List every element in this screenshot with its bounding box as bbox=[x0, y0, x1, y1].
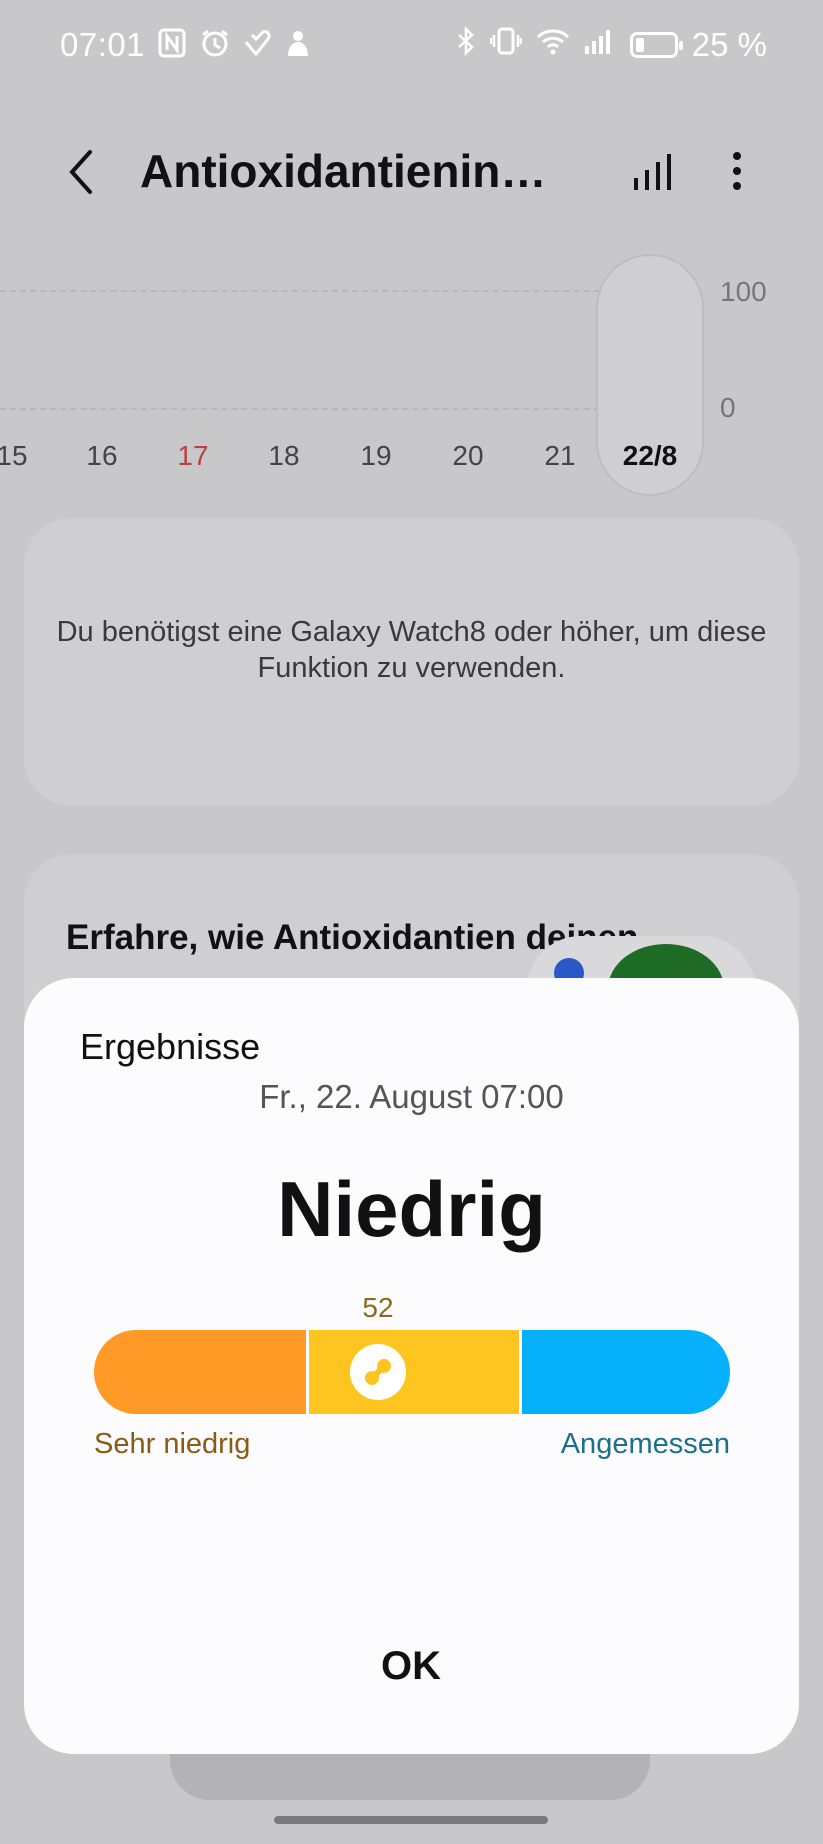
bluetooth-icon bbox=[456, 25, 476, 64]
dialog-title: Ergebnisse bbox=[80, 1026, 261, 1067]
watch-required-card: Du benötigst eine Galaxy Watch8 oder höh… bbox=[24, 518, 799, 806]
status-right: 25 % bbox=[456, 25, 767, 64]
page-title: Antioxidantienin… bbox=[140, 145, 547, 197]
wifi-icon bbox=[536, 26, 570, 64]
battery-percentage: 25 % bbox=[691, 26, 767, 63]
result-date: Fr., 22. August 07:00 bbox=[259, 1078, 564, 1115]
ok-button[interactable]: OK bbox=[311, 1630, 511, 1700]
battery-icon bbox=[629, 32, 683, 58]
x-axis-label-highlighted[interactable]: 17 bbox=[163, 440, 223, 472]
app-header: Antioxidantienin… bbox=[0, 130, 823, 210]
scale-very-low-segment bbox=[94, 1330, 306, 1414]
x-axis-label[interactable]: 18 bbox=[254, 440, 314, 472]
result-score: 52 bbox=[362, 1292, 394, 1323]
bar-chart-icon[interactable] bbox=[630, 148, 676, 194]
results-dialog: Ergebnisse Fr., 22. August 07:00 Niedrig… bbox=[24, 978, 799, 1754]
notification-icon bbox=[284, 28, 312, 58]
status-bar: 07:01 25 % bbox=[0, 0, 823, 92]
scale-low-segment bbox=[309, 1330, 519, 1414]
score-marker-icon bbox=[350, 1344, 406, 1400]
result-level: Niedrig bbox=[277, 1165, 546, 1253]
vibrate-icon bbox=[489, 26, 523, 64]
health-icon bbox=[242, 28, 271, 58]
y-axis-label-max: 100 bbox=[720, 276, 767, 307]
x-axis-label-selected[interactable]: 22/8 bbox=[620, 440, 680, 472]
level-scale-bar bbox=[94, 1330, 730, 1414]
watch-required-text: Du benötigst eine Galaxy Watch8 oder höh… bbox=[56, 616, 767, 684]
nfc-icon bbox=[158, 28, 186, 58]
x-axis-label[interactable]: 19 bbox=[346, 440, 406, 472]
scale-adequate-segment bbox=[522, 1330, 730, 1414]
more-vertical-icon[interactable] bbox=[714, 148, 760, 194]
signal-icon bbox=[584, 26, 616, 64]
x-axis-label[interactable]: 15 bbox=[0, 440, 42, 472]
gridline-bottom bbox=[0, 408, 700, 410]
y-axis-label-min: 0 bbox=[720, 392, 736, 423]
x-axis-label[interactable]: 16 bbox=[72, 440, 132, 472]
x-axis-label[interactable]: 21 bbox=[530, 440, 590, 472]
trend-chart: 100 0 15 16 17 18 19 20 21 22/8 bbox=[0, 240, 823, 500]
scale-label-high: Angemessen bbox=[560, 1428, 730, 1460]
alarm-icon bbox=[200, 28, 228, 58]
status-time: 07:01 bbox=[60, 26, 146, 63]
back-arrow-icon[interactable] bbox=[64, 148, 104, 196]
scale-label-low: Sehr niedrig bbox=[94, 1428, 251, 1460]
gridline-top bbox=[0, 290, 700, 292]
navigation-handle[interactable] bbox=[274, 1816, 548, 1824]
x-axis-label[interactable]: 20 bbox=[438, 440, 498, 472]
status-left-icons bbox=[158, 28, 312, 58]
